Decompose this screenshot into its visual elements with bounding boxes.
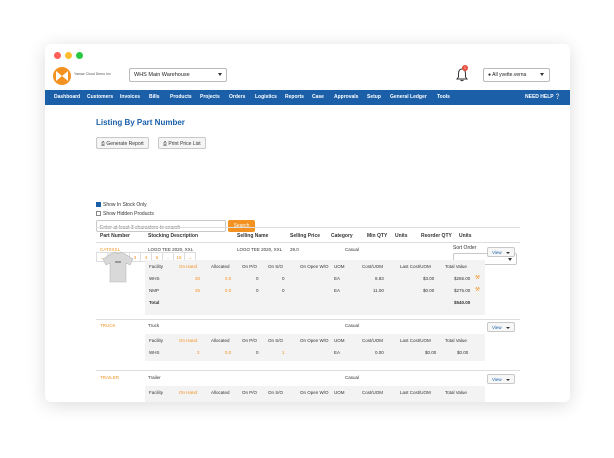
nav-general-ledger[interactable]: General Ledger	[390, 94, 427, 100]
nav-bills[interactable]: Bills	[149, 94, 160, 100]
pager-next[interactable]: →	[184, 252, 196, 262]
minimize-dot-icon[interactable]	[65, 52, 72, 59]
nav-products[interactable]: Products	[170, 94, 192, 100]
show-in-stock-label: Show In Stock Only	[103, 202, 147, 208]
pagination: ← 1 2 3 4 5 ... 19 →	[96, 252, 196, 262]
top-bar: Yamaz Cloud Demo Inc WHS Main Warehouse …	[45, 64, 570, 88]
nav-approvals[interactable]: Approvals	[334, 94, 358, 100]
nav-reports[interactable]: Reports	[285, 94, 304, 100]
nav-setup[interactable]: Setup	[367, 94, 381, 100]
main-content: Listing By Part Number ⎙ Generate Report…	[45, 105, 570, 402]
close-dot-icon[interactable]	[54, 52, 61, 59]
sort-order-label: Sort Order	[453, 245, 477, 251]
print-price-list-label: Print Price List	[168, 141, 201, 147]
warehouse-value: WHS Main Warehouse	[134, 72, 190, 78]
user-menu[interactable]: ● All yvette.verna	[483, 68, 550, 82]
sort-order-select[interactable]	[453, 253, 517, 265]
nav-logistics[interactable]: Logistics	[255, 94, 277, 100]
maximize-dot-icon[interactable]	[76, 52, 83, 59]
window-controls	[54, 52, 83, 59]
user-icon: ●	[488, 72, 492, 78]
nav-tools[interactable]: Tools	[437, 94, 450, 100]
nav-need-help[interactable]: NEED HELP ❔	[525, 94, 561, 100]
chevron-down-icon	[508, 258, 512, 261]
app-window: Yamaz Cloud Demo Inc WHS Main Warehouse …	[45, 44, 570, 402]
warehouse-select[interactable]: WHS Main Warehouse	[129, 68, 227, 82]
nav-invoices[interactable]: Invoices	[120, 94, 140, 100]
chevron-down-icon	[218, 73, 222, 76]
need-help-label: NEED HELP	[525, 94, 554, 100]
page-title: Listing By Part Number	[96, 118, 185, 127]
nav-customers[interactable]: Customers	[87, 94, 113, 100]
nav-dashboard[interactable]: Dashboard	[54, 94, 80, 100]
search-input[interactable]	[96, 220, 226, 232]
show-hidden-label: Show Hidden Products	[103, 211, 154, 217]
company-name: Yamaz Cloud Demo Inc	[74, 72, 111, 76]
chevron-down-icon	[540, 73, 544, 76]
print-icon: ⎙	[101, 141, 106, 147]
show-in-stock-checkbox[interactable]	[96, 202, 101, 207]
main-nav: Dashboard Customers Invoices Bills Produ…	[45, 90, 570, 105]
nav-case[interactable]: Case	[312, 94, 324, 100]
company-logo-icon[interactable]	[53, 67, 71, 85]
search-button[interactable]: Search	[228, 220, 255, 232]
nav-orders[interactable]: Orders	[229, 94, 245, 100]
notification-badge: 1	[462, 65, 468, 71]
generate-report-label: Generate Report	[106, 141, 144, 147]
print-price-list-button[interactable]: ⎙ Print Price List	[158, 137, 206, 149]
nav-projects[interactable]: Projects	[200, 94, 220, 100]
user-label: All yvette.verna	[492, 72, 527, 78]
generate-report-button[interactable]: ⎙ Generate Report	[96, 137, 149, 149]
help-icon: ❔	[554, 94, 562, 100]
show-hidden-checkbox[interactable]	[96, 211, 101, 216]
print-icon: ⎙	[163, 141, 168, 147]
